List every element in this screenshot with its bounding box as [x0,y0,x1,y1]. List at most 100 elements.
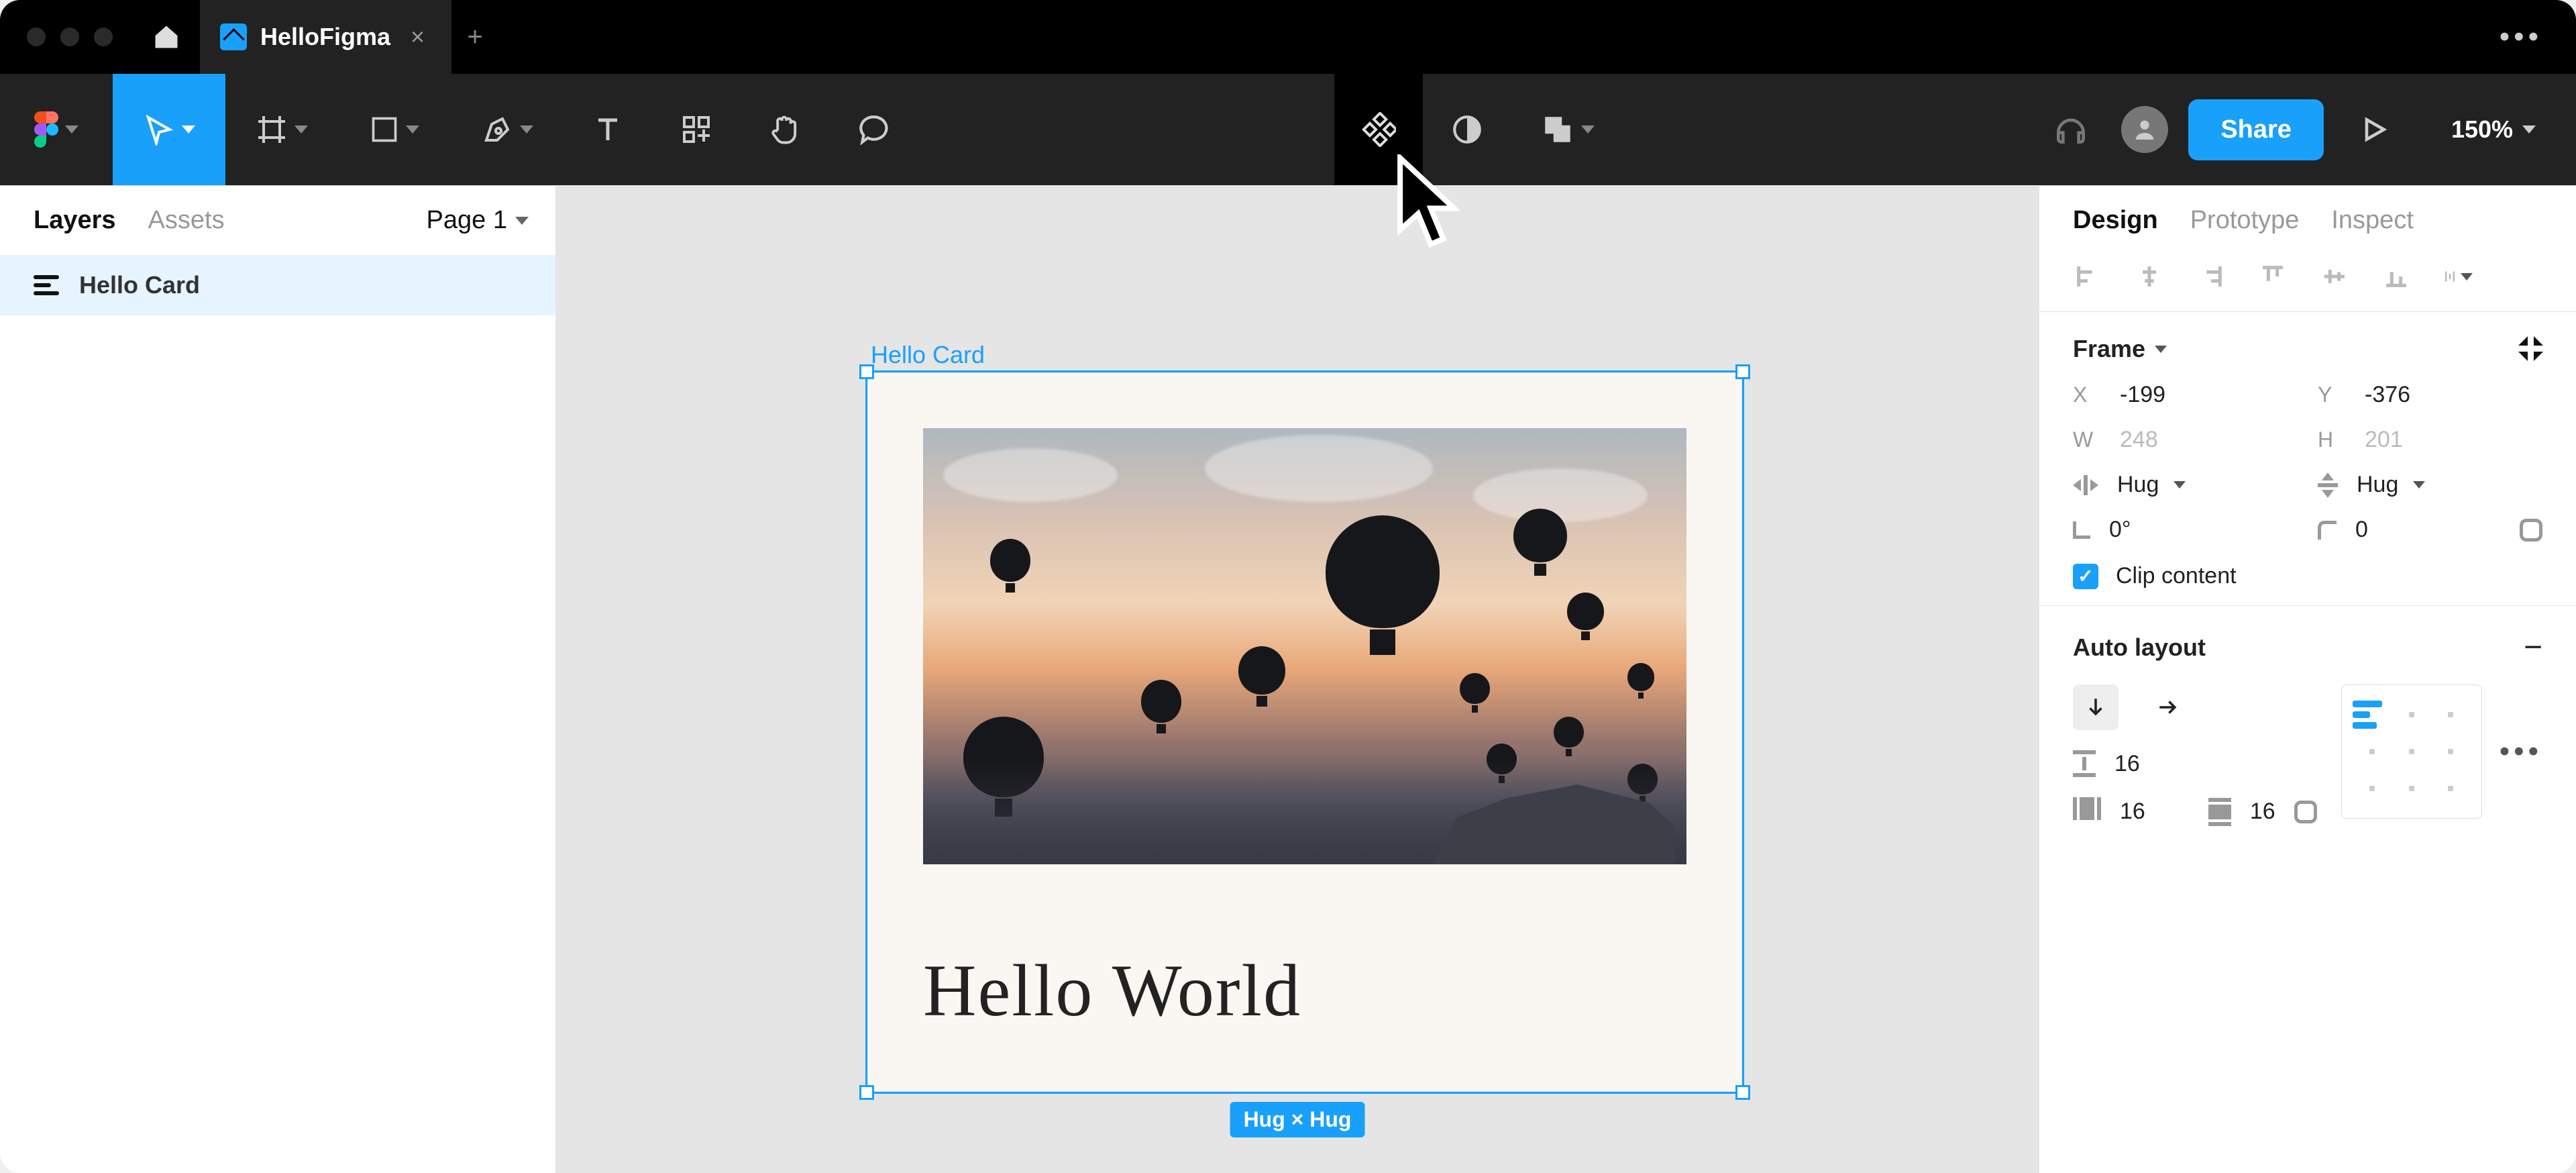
traffic-minimize[interactable] [60,28,79,46]
titlebar: HelloFigma × + ••• [0,0,2576,74]
assets-tab[interactable]: Assets [148,206,225,235]
horizontal-resize-dropdown[interactable]: Hug [2073,472,2298,498]
text-tool[interactable] [564,74,652,185]
right-panel: Design Prototype Inspect Frame [2039,185,2576,1173]
inspect-tab[interactable]: Inspect [2331,206,2414,235]
text-icon [592,113,624,146]
clip-content-checkbox[interactable]: ✓ Clip content [2073,563,2542,589]
play-icon [2359,115,2389,144]
alignment-indicator-icon [2353,701,2392,729]
direction-vertical-button[interactable] [2073,684,2118,730]
prototype-tab[interactable]: Prototype [2190,206,2300,235]
x-field[interactable]: X -199 [2073,382,2298,408]
hand-icon [767,112,802,147]
hand-tool[interactable] [741,74,829,185]
padding-horizontal-field[interactable]: 16 [2073,797,2182,826]
app-window: HelloFigma × + ••• [0,0,2576,1173]
shape-tool[interactable] [338,74,451,185]
traffic-close[interactable] [27,28,46,46]
frame-type-dropdown[interactable]: Frame [2073,335,2167,363]
corner-radius-icon [2318,521,2337,540]
user-avatar[interactable] [2121,106,2168,153]
page-selector[interactable]: Page 1 [427,206,529,235]
file-tab-label: HelloFigma [260,23,390,51]
pen-tool[interactable] [451,74,564,185]
vertical-resize-dropdown[interactable]: Hug [2318,472,2542,498]
move-tool[interactable] [113,74,225,185]
comment-tool[interactable] [829,74,918,185]
canvas[interactable]: Hello Card [555,185,2039,1173]
align-v-center-icon[interactable] [2320,262,2349,291]
distribute-icon[interactable] [2443,262,2473,291]
traffic-zoom[interactable] [94,28,113,46]
present-button[interactable] [2344,115,2404,144]
new-tab-button[interactable]: + [451,22,498,52]
selection-handle-tl[interactable] [859,364,874,379]
rotation-field[interactable]: 0° [2073,517,2298,543]
selection-size-tag: Hug × Hug [1230,1102,1365,1137]
layer-row-hello-card[interactable]: Hello Card [0,255,555,315]
selection-handle-bl[interactable] [859,1085,874,1100]
angle-icon [2073,521,2090,539]
design-tab[interactable]: Design [2073,206,2158,235]
independent-padding-icon[interactable] [2294,801,2317,823]
audio-button[interactable] [2041,111,2101,148]
alignment-matrix[interactable] [2341,684,2482,819]
pen-icon [481,113,513,146]
align-h-center-icon[interactable] [2135,262,2164,291]
align-bottom-icon[interactable] [2381,262,2411,291]
selection-handle-br[interactable] [1735,1085,1750,1100]
checkbox-checked-icon: ✓ [2073,564,2098,589]
chevron-down-icon [406,125,419,134]
frame-section: Frame X -199 Y -376 W 248 [2039,311,2576,605]
corner-radius-field[interactable]: 0 [2318,517,2368,543]
figma-logo-icon [34,111,58,148]
chevron-down-icon [294,125,308,134]
independent-corners-icon[interactable] [2520,519,2542,542]
chevron-down-icon [65,125,78,134]
arrow-right-icon [2157,696,2180,719]
document-icon [220,23,247,50]
frame-label[interactable]: Hello Card [871,341,985,369]
align-left-icon[interactable] [2073,262,2102,291]
union-icon [1541,113,1574,146]
close-tab-icon[interactable]: × [404,23,431,51]
gap-field[interactable]: 16 [2073,750,2317,777]
autolayout-frame-icon [34,275,59,295]
auto-layout-advanced-button[interactable]: ••• [2500,735,2542,768]
selection-outline [865,370,1744,1094]
y-field[interactable]: Y -376 [2318,382,2542,408]
share-button[interactable]: Share [2188,99,2324,160]
frame-tool[interactable] [225,74,338,185]
remove-auto-layout-button[interactable]: − [2524,629,2542,666]
align-right-icon[interactable] [2196,262,2226,291]
chevron-down-icon [520,125,533,134]
height-field[interactable]: H 201 [2318,427,2542,453]
file-tab[interactable]: HelloFigma × [200,0,451,74]
chevron-down-icon [515,217,529,225]
zoom-control[interactable]: 150% [2424,115,2549,144]
selection-handle-tr[interactable] [1735,364,1750,379]
align-top-icon[interactable] [2258,262,2288,291]
resize-to-fit-icon[interactable] [2520,338,2542,360]
main-menu-button[interactable] [0,74,113,185]
zoom-label: 150% [2451,115,2513,144]
components-icon [1361,112,1396,147]
layer-name: Hello Card [79,271,200,299]
vertical-resize-icon [2318,472,2338,498]
direction-horizontal-button[interactable] [2145,684,2191,730]
screenshot-cursor-icon [1392,154,1466,260]
alignment-row [2039,255,2576,311]
layers-tab[interactable]: Layers [34,206,116,235]
boolean-tool[interactable] [1511,74,1624,185]
padding-vertical-field[interactable]: 16 [2208,797,2317,826]
width-field[interactable]: W 248 [2073,427,2298,453]
frame-icon [256,113,288,146]
resources-tool[interactable] [652,74,741,185]
home-icon [152,22,181,52]
frame-section-title: Frame [2073,335,2145,363]
auto-layout-section: Auto layout − 16 [2039,605,2576,842]
app-menu-button[interactable]: ••• [2473,20,2569,54]
home-tab[interactable] [133,0,200,74]
window-controls [7,28,133,46]
